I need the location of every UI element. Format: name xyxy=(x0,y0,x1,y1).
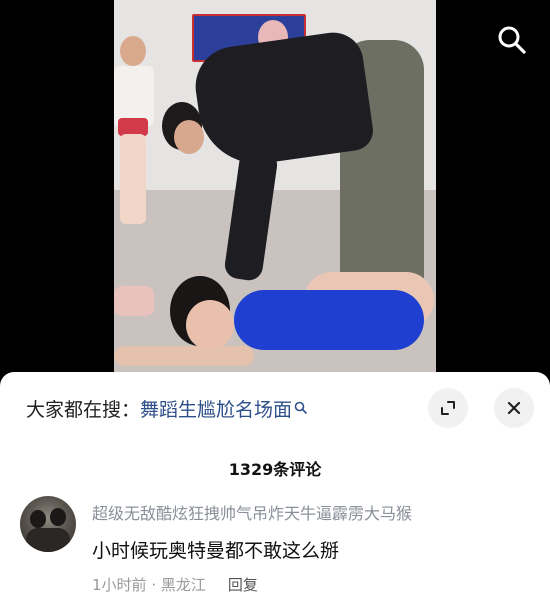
comment-time-location: 1小时前 · 黑龙江 xyxy=(92,576,206,594)
trending-search-prefix: 大家都在搜： xyxy=(26,398,141,421)
comment-text: 小时候玩奥特曼都不敢这么掰 xyxy=(92,540,340,562)
comment-username[interactable]: 超级无敌酷炫狂拽帅气吊炸天牛逼霹雳大马猴 xyxy=(92,500,412,524)
small-search-icon xyxy=(294,401,308,415)
comment-panel: 大家都在搜： 舞蹈生尴尬名场面 1329条评论 超级无敌酷炫狂拽帅气吊炸天牛逼霹… xyxy=(0,372,550,599)
trending-search[interactable]: 大家都在搜： 舞蹈生尴尬名场面 xyxy=(26,390,356,426)
man-face xyxy=(174,120,204,154)
slipper xyxy=(114,286,154,316)
dancer-face xyxy=(186,300,234,350)
dancer-arm xyxy=(114,346,254,366)
expand-button[interactable] xyxy=(428,388,468,428)
search-icon xyxy=(498,26,526,54)
expand-icon xyxy=(441,401,455,415)
comment-time: 1小时前 xyxy=(92,576,147,594)
trending-search-query[interactable]: 舞蹈生尴尬名场面 xyxy=(140,395,292,422)
comment-count: 1329条评论 xyxy=(228,460,322,479)
video-area[interactable] xyxy=(0,0,550,378)
close-button[interactable] xyxy=(494,388,534,428)
comment-meta: 1小时前 · 黑龙江 回复 xyxy=(92,574,258,595)
video-frame xyxy=(114,0,436,378)
background-girl xyxy=(114,30,158,230)
close-icon xyxy=(507,401,521,415)
reply-button[interactable]: 回复 xyxy=(228,574,258,595)
search-button[interactable] xyxy=(490,18,534,62)
dancer-leotard xyxy=(234,290,424,350)
comment-location: 黑龙江 xyxy=(160,576,206,594)
avatar[interactable] xyxy=(20,496,76,552)
